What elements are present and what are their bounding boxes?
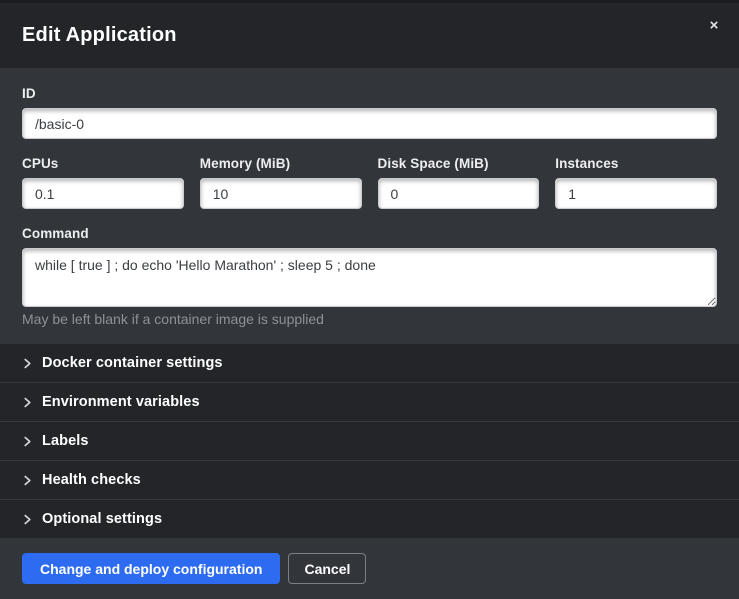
instances-input[interactable] — [555, 178, 717, 209]
cpus-field-group: CPUs — [22, 156, 184, 209]
cancel-button[interactable]: Cancel — [288, 553, 366, 584]
modal-form: ID CPUs Memory (MiB) Disk Space (MiB) In… — [0, 68, 739, 344]
id-label: ID — [22, 86, 717, 101]
cpus-label: CPUs — [22, 156, 184, 171]
memory-field-group: Memory (MiB) — [200, 156, 362, 209]
section-environment-variables[interactable]: Environment variables — [0, 382, 739, 421]
command-textarea[interactable]: while [ true ] ; do echo 'Hello Marathon… — [22, 248, 717, 307]
chevron-right-icon — [22, 358, 33, 369]
section-health-checks[interactable]: Health checks — [0, 460, 739, 499]
section-title: Health checks — [42, 472, 141, 488]
section-labels[interactable]: Labels — [0, 421, 739, 460]
id-input[interactable] — [22, 108, 717, 139]
memory-label: Memory (MiB) — [200, 156, 362, 171]
command-label: Command — [22, 226, 717, 241]
resource-fields-row: CPUs Memory (MiB) Disk Space (MiB) Insta… — [22, 156, 717, 209]
id-field-group: ID — [22, 86, 717, 139]
section-title: Environment variables — [42, 394, 200, 410]
disk-space-field-group: Disk Space (MiB) — [378, 156, 540, 209]
disk-space-label: Disk Space (MiB) — [378, 156, 540, 171]
chevron-right-icon — [22, 436, 33, 447]
section-title: Optional settings — [42, 511, 162, 527]
command-field-group: Command while [ true ] ; do echo 'Hello … — [22, 226, 717, 327]
collapsible-sections: Docker container settings Environment va… — [0, 344, 739, 538]
instances-label: Instances — [555, 156, 717, 171]
section-title: Docker container settings — [42, 355, 223, 371]
chevron-right-icon — [22, 514, 33, 525]
disk-space-input[interactable] — [378, 178, 540, 209]
chevron-right-icon — [22, 475, 33, 486]
modal-footer: Change and deploy configuration Cancel — [0, 538, 739, 599]
cpus-input[interactable] — [22, 178, 184, 209]
section-optional-settings[interactable]: Optional settings — [0, 499, 739, 538]
instances-field-group: Instances — [555, 156, 717, 209]
section-title: Labels — [42, 433, 89, 449]
close-icon[interactable]: × — [703, 15, 725, 37]
memory-input[interactable] — [200, 178, 362, 209]
change-and-deploy-button[interactable]: Change and deploy configuration — [22, 553, 280, 584]
modal-title: Edit Application — [22, 24, 177, 47]
section-docker-container-settings[interactable]: Docker container settings — [0, 344, 739, 382]
chevron-right-icon — [22, 397, 33, 408]
command-help-text: May be left blank if a container image i… — [22, 311, 717, 327]
modal-header: Edit Application × — [0, 3, 739, 68]
edit-application-modal: Edit Application × ID CPUs Memory (MiB) … — [0, 0, 739, 599]
